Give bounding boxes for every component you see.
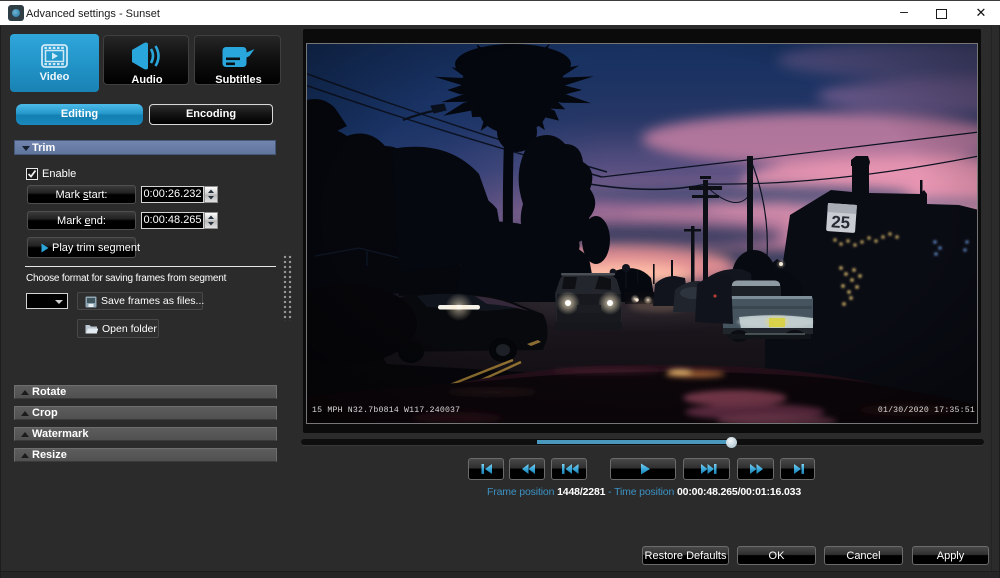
svg-text:01/30/2020 17:35:51: 01/30/2020 17:35:51 [878,405,975,415]
svg-text:15 MPH N32.7b0814 W117.240037: 15 MPH N32.7b0814 W117.240037 [312,405,460,415]
